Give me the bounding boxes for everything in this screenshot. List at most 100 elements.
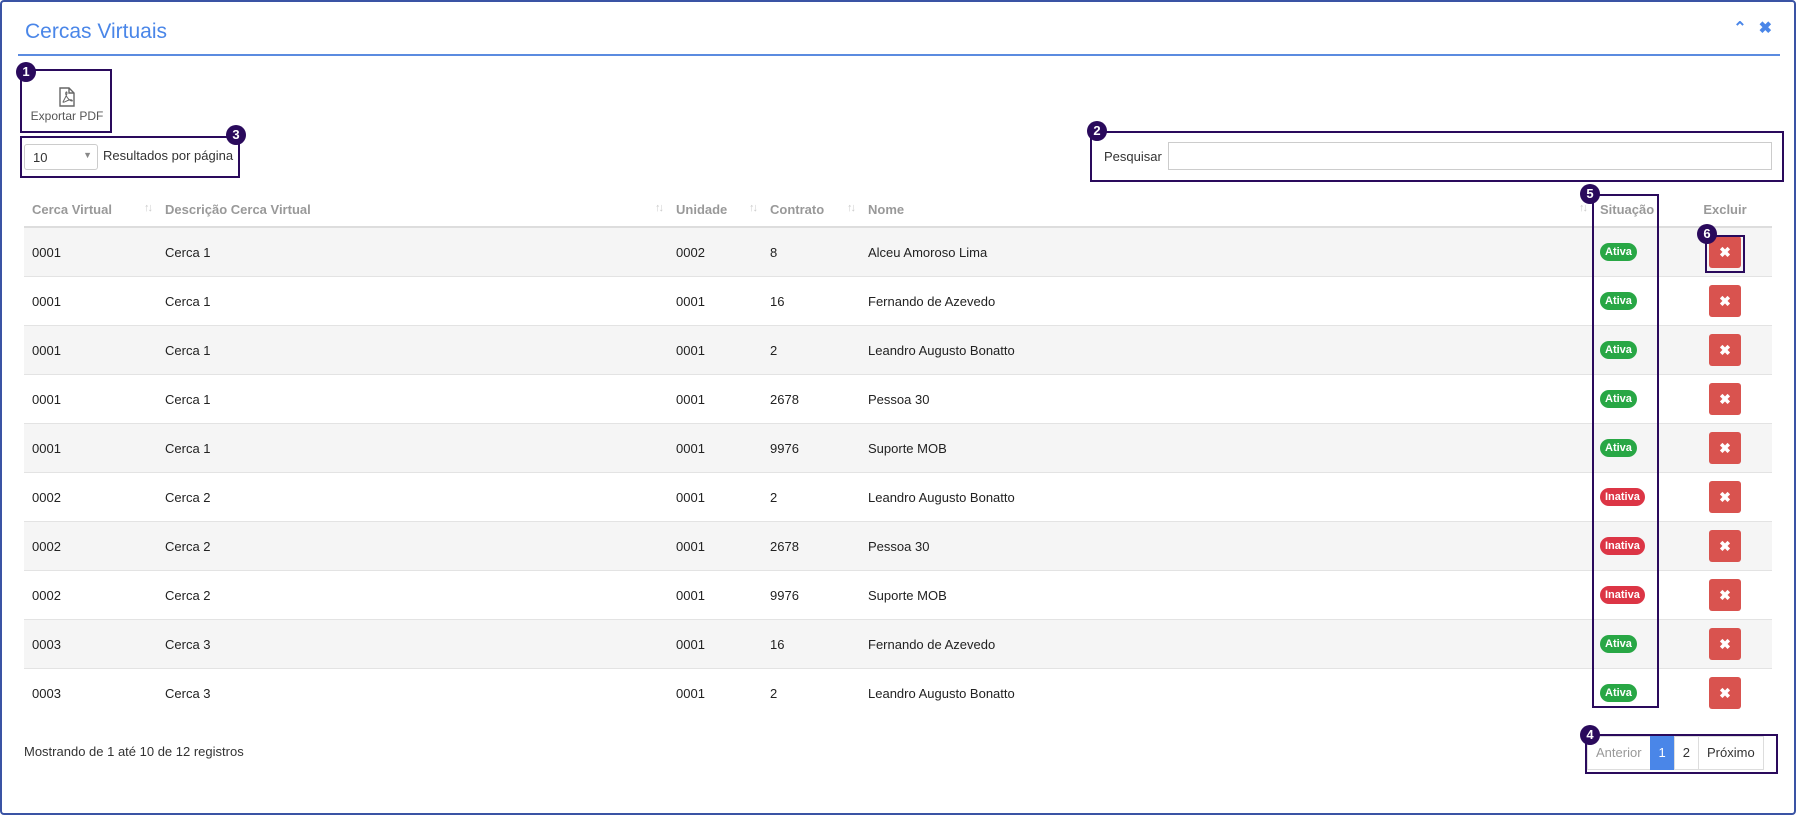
chevron-up-icon[interactable]: ⌃ <box>1733 20 1746 38</box>
close-icon: ✖ <box>1719 391 1731 407</box>
table-header-row: Cerca Virtual ↑↓ Descrição Cerca Virtual ↑… <box>24 192 1772 228</box>
cell-nome: Suporte MOB <box>860 423 1592 473</box>
table-row: 0003 Cerca 3 0001 16 Fernando de Azevedo Ativ… <box>24 619 1772 669</box>
cell-nome: Pessoa 30 <box>860 374 1592 424</box>
cell-contrato: 2 <box>762 472 860 522</box>
cell-cerca: 0002 <box>24 472 157 522</box>
cell-nome: Pessoa 30 <box>860 521 1592 571</box>
sort-icon: ↑↓ <box>1579 202 1588 214</box>
cell-excluir: ✖ <box>1678 521 1772 571</box>
cell-excluir: ✖ <box>1678 374 1772 424</box>
table-row: 0001 Cerca 1 0002 8 Alceu Amoroso Lima Ativa ✖ <box>24 227 1772 277</box>
header-excluir: Excluir <box>1678 192 1772 228</box>
cell-contrato: 2 <box>762 325 860 375</box>
delete-button[interactable]: ✖ <box>1709 530 1741 562</box>
delete-button[interactable]: ✖ <box>1709 481 1741 513</box>
delete-button[interactable]: ✖ <box>1709 432 1741 464</box>
annotation-badge-4: 4 <box>1580 725 1600 745</box>
cell-nome: Fernando de Azevedo <box>860 619 1592 669</box>
cell-excluir: ✖ <box>1678 276 1772 326</box>
cell-descricao: Cerca 3 <box>157 668 668 717</box>
cell-unidade: 0001 <box>668 423 762 473</box>
sort-icon: ↑↓ <box>847 202 856 214</box>
cell-excluir: ✖ <box>1678 325 1772 375</box>
cell-excluir: ✖ <box>1678 570 1772 620</box>
header-cerca-virtual[interactable]: Cerca Virtual ↑↓ <box>24 192 157 228</box>
cell-unidade: 0001 <box>668 570 762 620</box>
cell-unidade: 0001 <box>668 276 762 326</box>
cell-contrato: 9976 <box>762 423 860 473</box>
annotation-box-1 <box>20 69 112 133</box>
cell-excluir: ✖ <box>1678 423 1772 473</box>
close-icon: ✖ <box>1719 489 1731 505</box>
cell-cerca: 0001 <box>24 374 157 424</box>
table-row: 0001 Cerca 1 0001 2678 Pessoa 30 Ativa ✖ <box>24 374 1772 424</box>
table-info: Mostrando de 1 até 10 de 12 registros <box>24 744 244 759</box>
table-row: 0001 Cerca 1 0001 9976 Suporte MOB Ativa ✖ <box>24 423 1772 473</box>
table-row: 0002 Cerca 2 0001 9976 Suporte MOB Inativa ✖ <box>24 570 1772 620</box>
annotation-badge-2: 2 <box>1087 121 1107 141</box>
cell-contrato: 2678 <box>762 521 860 571</box>
annotation-badge-3: 3 <box>226 125 246 145</box>
cell-nome: Fernando de Azevedo <box>860 276 1592 326</box>
annotation-box-3 <box>20 136 240 178</box>
cell-unidade: 0001 <box>668 521 762 571</box>
cell-contrato: 2678 <box>762 374 860 424</box>
annotation-box-4 <box>1585 734 1778 774</box>
cell-cerca: 0001 <box>24 276 157 326</box>
table-row: 0001 Cerca 1 0001 16 Fernando de Azevedo Ativ… <box>24 276 1772 326</box>
annotation-badge-6: 6 <box>1697 224 1717 244</box>
close-icon: ✖ <box>1719 293 1731 309</box>
cell-contrato: 2 <box>762 668 860 717</box>
delete-button[interactable]: ✖ <box>1709 677 1741 709</box>
delete-button[interactable]: ✖ <box>1709 579 1741 611</box>
cell-nome: Leandro Augusto Bonatto <box>860 325 1592 375</box>
cercas-table: Cerca Virtual ↑↓ Descrição Cerca Virtual ↑… <box>24 192 1772 717</box>
cell-cerca: 0002 <box>24 570 157 620</box>
cell-unidade: 0002 <box>676 244 705 260</box>
close-icon: ✖ <box>1719 342 1731 358</box>
delete-button[interactable]: ✖ <box>1709 285 1741 317</box>
cell-unidade: 0001 <box>668 325 762 375</box>
cell-cerca: 0001 <box>24 423 157 473</box>
cell-nome: Leandro Augusto Bonatto <box>860 472 1592 522</box>
cell-descricao: Cerca 1 <box>157 374 668 424</box>
cell-unidade: 0001 <box>668 668 762 717</box>
cell-contrato: 8 <box>770 244 778 260</box>
close-icon: ✖ <box>1719 440 1731 456</box>
table-row: 0002 Cerca 2 0001 2 Leandro Augusto Bonatto I… <box>24 472 1772 522</box>
cell-cerca: 0002 <box>24 521 157 571</box>
header-unidade[interactable]: Unidade ↑↓ <box>668 192 762 228</box>
close-icon: ✖ <box>1719 685 1731 701</box>
sort-icon: ↑↓ <box>749 202 758 214</box>
annotation-box-5 <box>1592 194 1659 708</box>
header-descricao[interactable]: Descrição Cerca Virtual ↑↓ <box>157 192 668 228</box>
cell-descricao: Cerca 1 <box>157 423 668 473</box>
cell-unidade: 0001 <box>668 619 762 669</box>
table-row: 0003 Cerca 3 0001 2 Leandro Augusto Bonatto A… <box>24 668 1772 717</box>
delete-button[interactable]: ✖ <box>1709 628 1741 660</box>
cell-contrato: 16 <box>762 276 860 326</box>
cell-unidade: 0001 <box>668 472 762 522</box>
cell-unidade: 0001 <box>668 374 762 424</box>
close-icon[interactable]: ✖ <box>1759 20 1772 38</box>
cell-cerca: 0001 <box>32 244 61 260</box>
cell-cerca: 0003 <box>24 668 157 717</box>
cell-descricao: Cerca 2 <box>157 521 668 571</box>
cell-cerca: 0001 <box>24 325 157 375</box>
cell-descricao: Cerca 2 <box>157 570 668 620</box>
cell-nome: Suporte MOB <box>860 570 1592 620</box>
cell-descricao: Cerca 1 <box>157 276 668 326</box>
header-contrato[interactable]: Contrato ↑↓ <box>762 192 860 228</box>
cell-cerca: 0003 <box>24 619 157 669</box>
table-row: 0001 Cerca 1 0001 2 Leandro Augusto Bonatto A… <box>24 325 1772 375</box>
panel-title: Cercas Virtuais <box>25 20 167 43</box>
cell-nome: Alceu Amoroso Lima <box>868 244 988 260</box>
cell-nome: Leandro Augusto Bonatto <box>860 668 1592 717</box>
header-nome[interactable]: Nome ↑↓ <box>860 192 1592 228</box>
cell-excluir: ✖ <box>1678 668 1772 717</box>
cell-descricao: Cerca 1 <box>157 325 668 375</box>
annotation-box-2 <box>1090 131 1784 182</box>
delete-button[interactable]: ✖ <box>1709 334 1741 366</box>
delete-button[interactable]: ✖ <box>1709 383 1741 415</box>
